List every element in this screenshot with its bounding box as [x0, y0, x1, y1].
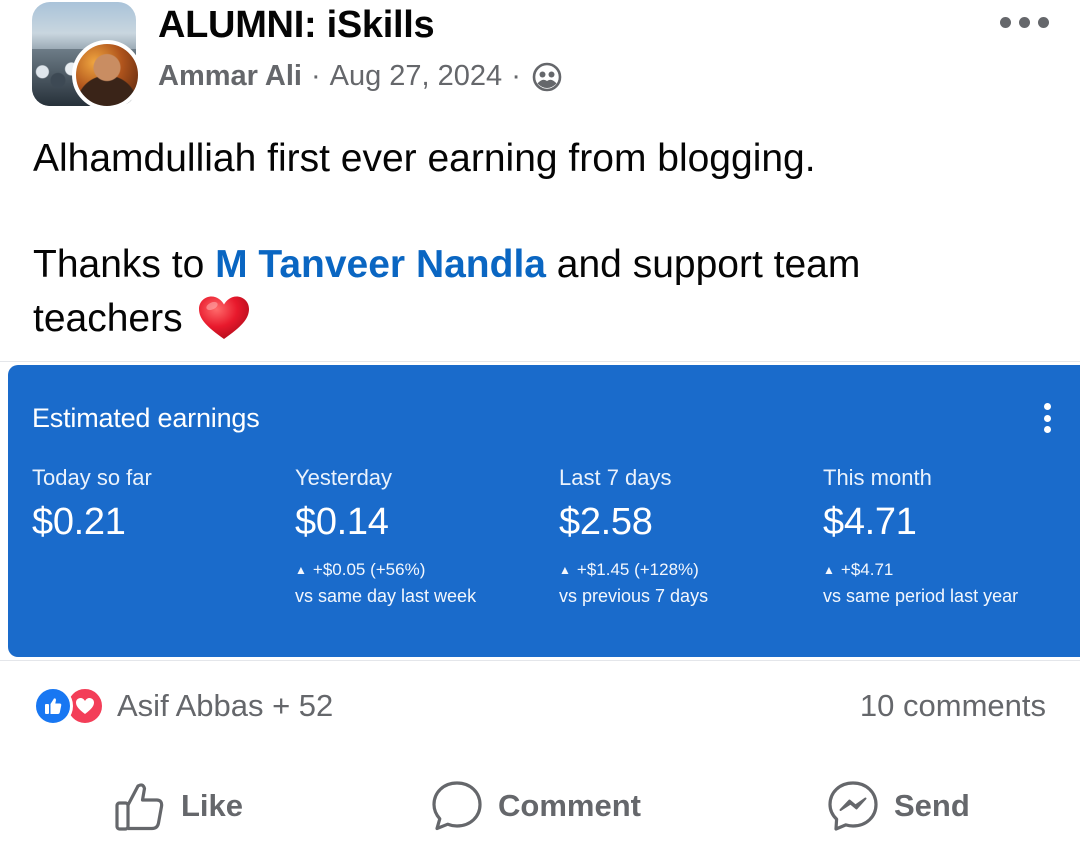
- stat-value: $2.58: [559, 501, 653, 543]
- post-text-line: Alhamdulliah first ever earning from blo…: [33, 137, 816, 180]
- more-horizontal-icon[interactable]: [994, 10, 1054, 34]
- group-name[interactable]: ALUMNI: iSkills: [158, 4, 435, 47]
- meta-separator: ·: [511, 60, 521, 92]
- earnings-title: Estimated earnings: [32, 403, 260, 433]
- thumbs-up-icon: [113, 779, 167, 833]
- like-reaction-icon: [33, 686, 73, 726]
- more-vertical-icon[interactable]: [1040, 403, 1054, 433]
- stat-label: Last 7 days: [559, 465, 672, 490]
- stat-change-value: +$4.71: [840, 560, 894, 579]
- stat-today: Today so far $0.21: [32, 465, 282, 544]
- comment-button[interactable]: Comment: [430, 770, 641, 842]
- stat-this-month: This month $4.71 ▲ +$4.71 vs same period…: [823, 465, 1073, 607]
- author-name[interactable]: Ammar Ali: [158, 60, 302, 93]
- mention-link[interactable]: M Tanveer Nandla: [215, 243, 546, 286]
- stat-value: $0.14: [295, 501, 389, 543]
- earnings-card[interactable]: Estimated earnings Today so far $0.21 Ye…: [8, 365, 1080, 657]
- divider: [0, 361, 1080, 362]
- up-arrow-icon: ▲: [295, 563, 307, 577]
- like-label: Like: [181, 788, 244, 823]
- stat-yesterday: Yesterday $0.14 ▲ +$0.05 (+56%) vs same …: [295, 465, 545, 607]
- post-header: ALUMNI: iSkills Ammar Ali · Aug 27, 2024…: [0, 0, 1080, 120]
- reaction-names: Asif Abbas + 52: [117, 688, 334, 723]
- messenger-icon: [826, 779, 880, 833]
- up-arrow-icon: ▲: [559, 563, 571, 577]
- post-date[interactable]: Aug 27, 2024: [330, 60, 503, 93]
- like-button[interactable]: Like: [113, 770, 243, 842]
- stat-label: This month: [823, 465, 932, 490]
- stat-value: $4.71: [823, 501, 917, 543]
- post-meta: Ammar Ali · Aug 27, 2024 ·: [158, 60, 562, 93]
- stat-label: Today so far: [32, 465, 152, 490]
- thanks-suffix: and support team: [545, 243, 861, 286]
- stat-compare: vs same day last week: [295, 586, 477, 606]
- stat-label: Yesterday: [295, 465, 393, 490]
- stat-last-7-days: Last 7 days $2.58 ▲ +$1.45 (+128%) vs pr…: [559, 465, 809, 607]
- post-action-bar: Like Comment Send: [0, 770, 1080, 842]
- stat-compare: vs same period last year: [823, 586, 1019, 606]
- stat-change: ▲ +$4.71: [823, 560, 1073, 580]
- send-label: Send: [894, 788, 970, 823]
- post-text-line: teachers: [33, 292, 1053, 346]
- stat-change: ▲ +$1.45 (+128%): [559, 560, 809, 580]
- author-avatar[interactable]: [72, 40, 142, 110]
- comments-count[interactable]: 10 comments: [860, 688, 1046, 724]
- post-body: Alhamdulliah first ever earning from blo…: [33, 132, 1053, 346]
- thanks-prefix: Thanks to: [33, 243, 216, 286]
- stat-change: ▲ +$0.05 (+56%): [295, 560, 545, 580]
- comment-bubble-icon: [430, 779, 484, 833]
- up-arrow-icon: ▲: [823, 563, 835, 577]
- members-icon: [532, 62, 562, 92]
- comment-label: Comment: [498, 788, 641, 823]
- meta-separator: ·: [310, 60, 321, 92]
- send-button[interactable]: Send: [826, 770, 970, 842]
- reactions-summary[interactable]: Asif Abbas + 52: [33, 686, 333, 726]
- divider: [0, 660, 1080, 661]
- red-heart-icon: [197, 295, 251, 341]
- stat-compare: vs previous 7 days: [559, 586, 709, 606]
- stat-change-value: +$1.45 (+128%): [576, 560, 699, 579]
- stat-value: $0.21: [32, 501, 126, 543]
- post-text-line: Thanks to M Tanveer Nandla and support t…: [33, 238, 1053, 292]
- stat-change-value: +$0.05 (+56%): [312, 560, 426, 579]
- teachers-text: teachers: [33, 297, 183, 340]
